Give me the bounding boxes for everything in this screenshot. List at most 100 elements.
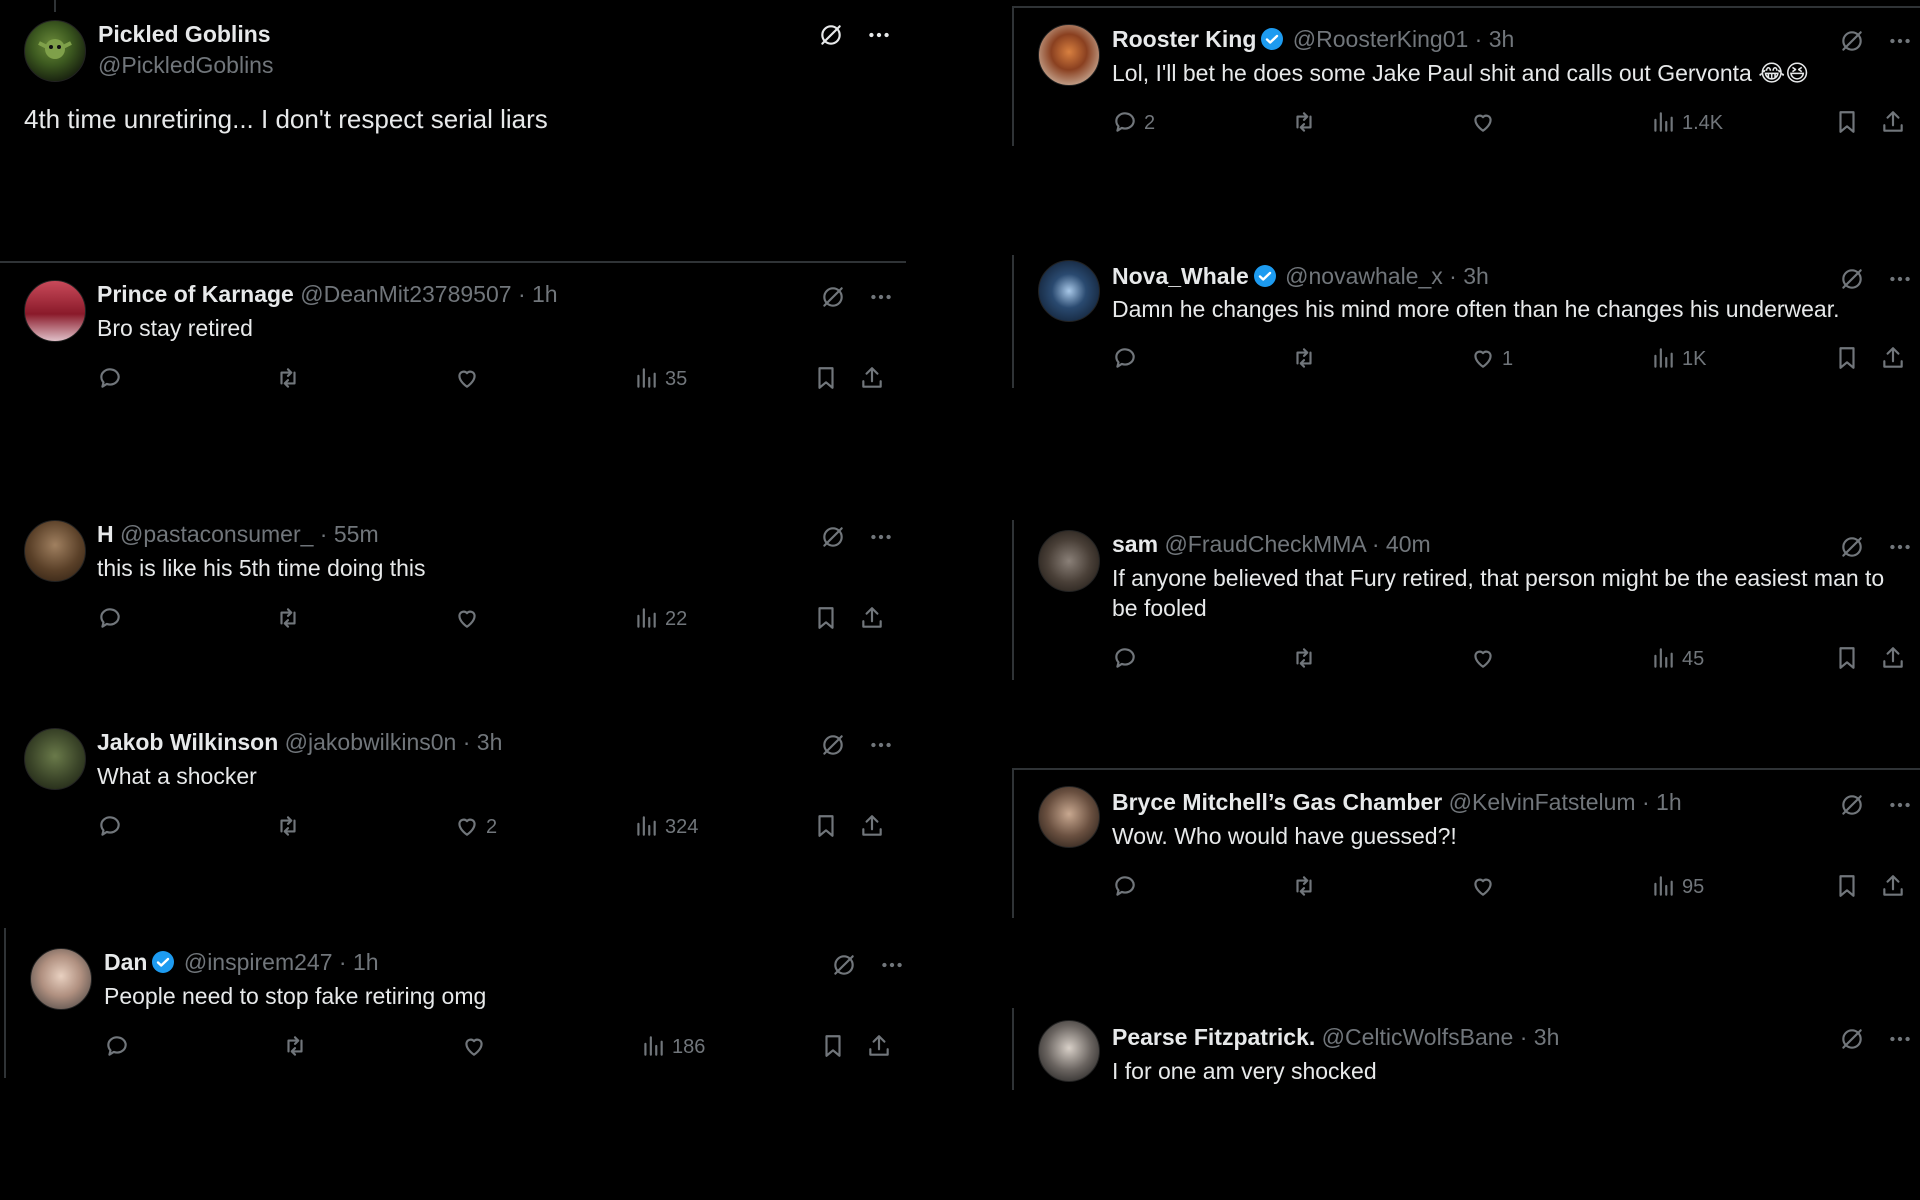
timestamp[interactable]: 3h — [1463, 263, 1489, 289]
reply-tweet[interactable]: H @pastaconsumer_ · 55m this is like his… — [0, 510, 906, 650]
timestamp[interactable]: 3h — [477, 729, 503, 755]
timestamp[interactable]: 40m — [1386, 531, 1431, 557]
reply-button[interactable] — [1112, 344, 1144, 374]
timestamp[interactable]: 3h — [1534, 1024, 1560, 1050]
timestamp[interactable]: 1h — [532, 281, 558, 307]
more-icon[interactable] — [1887, 28, 1913, 54]
reply-tweet[interactable]: Rooster King @RoosterKing01 · 3h Lol, I'… — [1014, 10, 1920, 150]
handle[interactable]: @pastaconsumer_ — [120, 521, 313, 547]
handle[interactable]: @jakobwilkins0n — [285, 729, 457, 755]
display-name[interactable]: Jakob Wilkinson — [97, 729, 278, 755]
like-button[interactable] — [1470, 108, 1502, 138]
grok-icon[interactable] — [831, 952, 857, 978]
retweet-button[interactable] — [1291, 644, 1323, 674]
more-icon[interactable] — [868, 732, 894, 758]
reply-tweet[interactable]: Jakob Wilkinson @jakobwilkins0n · 3h Wha… — [0, 716, 906, 856]
more-icon[interactable] — [866, 22, 892, 48]
timestamp[interactable]: 1h — [353, 949, 379, 975]
reply-tweet[interactable]: Bryce Mitchell’s Gas Chamber @KelvinFats… — [1014, 776, 1920, 916]
like-button[interactable] — [454, 604, 486, 634]
reply-button[interactable] — [97, 812, 129, 842]
views-button[interactable]: 45 — [1650, 644, 1704, 674]
like-button[interactable] — [1470, 644, 1502, 674]
author-name[interactable]: Pickled Goblins — [98, 19, 271, 49]
more-icon[interactable] — [868, 524, 894, 550]
display-name[interactable]: H — [97, 521, 114, 547]
reply-tweet[interactable]: Dan @inspirem247 · 1h People need to sto… — [6, 936, 906, 1076]
handle[interactable]: @DeanMit23789507 — [300, 281, 511, 307]
like-button[interactable] — [454, 364, 486, 394]
avatar[interactable] — [1038, 786, 1100, 848]
bookmark-button[interactable] — [1834, 344, 1860, 374]
retweet-button[interactable] — [1291, 872, 1323, 902]
reply-tweet[interactable]: Pearse Fitzpatrick. @CelticWolfsBane · 3… — [1014, 1012, 1920, 1112]
display-name[interactable]: Bryce Mitchell’s Gas Chamber — [1112, 789, 1442, 815]
reply-button[interactable] — [104, 1032, 136, 1062]
handle[interactable]: @CelticWolfsBane — [1322, 1024, 1514, 1050]
bookmark-button[interactable] — [820, 1032, 846, 1062]
grok-icon[interactable] — [820, 524, 846, 550]
grok-icon[interactable] — [820, 732, 846, 758]
retweet-button[interactable] — [275, 812, 307, 842]
views-button[interactable]: 1K — [1650, 344, 1706, 374]
handle[interactable]: @KelvinFatstelum — [1449, 789, 1636, 815]
grok-icon[interactable] — [1839, 28, 1865, 54]
views-button[interactable]: 1.4K — [1650, 108, 1723, 138]
more-icon[interactable] — [1887, 1026, 1913, 1052]
bookmark-button[interactable] — [813, 604, 839, 634]
more-icon[interactable] — [1887, 534, 1913, 560]
views-button[interactable]: 186 — [640, 1032, 705, 1062]
share-button[interactable] — [866, 1032, 892, 1062]
more-icon[interactable] — [1887, 792, 1913, 818]
grok-icon[interactable] — [1839, 266, 1865, 292]
views-button[interactable]: 324 — [633, 812, 698, 842]
views-button[interactable]: 22 — [633, 604, 687, 634]
like-button[interactable]: 1 — [1470, 344, 1513, 374]
reply-button[interactable] — [1112, 644, 1144, 674]
retweet-button[interactable] — [1291, 108, 1323, 138]
reply-tweet[interactable]: Nova_Whale @novawhale_x · 3h Damn he cha… — [1014, 250, 1920, 390]
share-button[interactable] — [859, 364, 885, 394]
avatar[interactable] — [24, 20, 86, 82]
display-name[interactable]: Pickled Goblins — [98, 21, 271, 47]
bookmark-button[interactable] — [813, 364, 839, 394]
bookmark-button[interactable] — [1834, 644, 1860, 674]
like-button[interactable] — [461, 1032, 493, 1062]
reply-button[interactable] — [1112, 872, 1144, 902]
more-icon[interactable] — [868, 284, 894, 310]
share-button[interactable] — [1880, 644, 1906, 674]
display-name[interactable]: Prince of Karnage — [97, 281, 294, 307]
bookmark-button[interactable] — [1834, 108, 1860, 138]
like-button[interactable] — [1470, 872, 1502, 902]
like-button[interactable]: 2 — [454, 812, 497, 842]
bookmark-button[interactable] — [813, 812, 839, 842]
handle[interactable]: @FraudCheckMMA — [1164, 531, 1365, 557]
retweet-button[interactable] — [1291, 344, 1323, 374]
timestamp[interactable]: 1h — [1656, 789, 1682, 815]
handle[interactable]: @RoosterKing01 — [1293, 26, 1469, 52]
retweet-button[interactable] — [282, 1032, 314, 1062]
grok-icon[interactable] — [1839, 792, 1865, 818]
avatar[interactable] — [24, 728, 86, 790]
handle[interactable]: @PickledGoblins — [98, 52, 273, 78]
display-name[interactable]: sam — [1112, 531, 1158, 557]
avatar[interactable] — [1038, 1020, 1100, 1082]
handle[interactable]: @novawhale_x — [1285, 263, 1443, 289]
reply-button[interactable]: 2 — [1112, 108, 1155, 138]
avatar[interactable] — [1038, 530, 1100, 592]
display-name[interactable]: Nova_Whale — [1112, 263, 1249, 289]
timestamp[interactable]: 55m — [334, 521, 379, 547]
retweet-button[interactable] — [275, 604, 307, 634]
grok-icon[interactable] — [1839, 534, 1865, 560]
avatar[interactable] — [24, 280, 86, 342]
grok-icon[interactable] — [818, 22, 844, 48]
views-button[interactable]: 35 — [633, 364, 687, 394]
reply-button[interactable] — [97, 604, 129, 634]
views-button[interactable]: 95 — [1650, 872, 1704, 902]
display-name[interactable]: Pearse Fitzpatrick. — [1112, 1024, 1315, 1050]
more-icon[interactable] — [879, 952, 905, 978]
main-post[interactable]: Pickled Goblins @PickledGoblins 4th time… — [0, 0, 906, 260]
share-button[interactable] — [1880, 344, 1906, 374]
grok-icon[interactable] — [1839, 1026, 1865, 1052]
avatar[interactable] — [1038, 24, 1100, 86]
